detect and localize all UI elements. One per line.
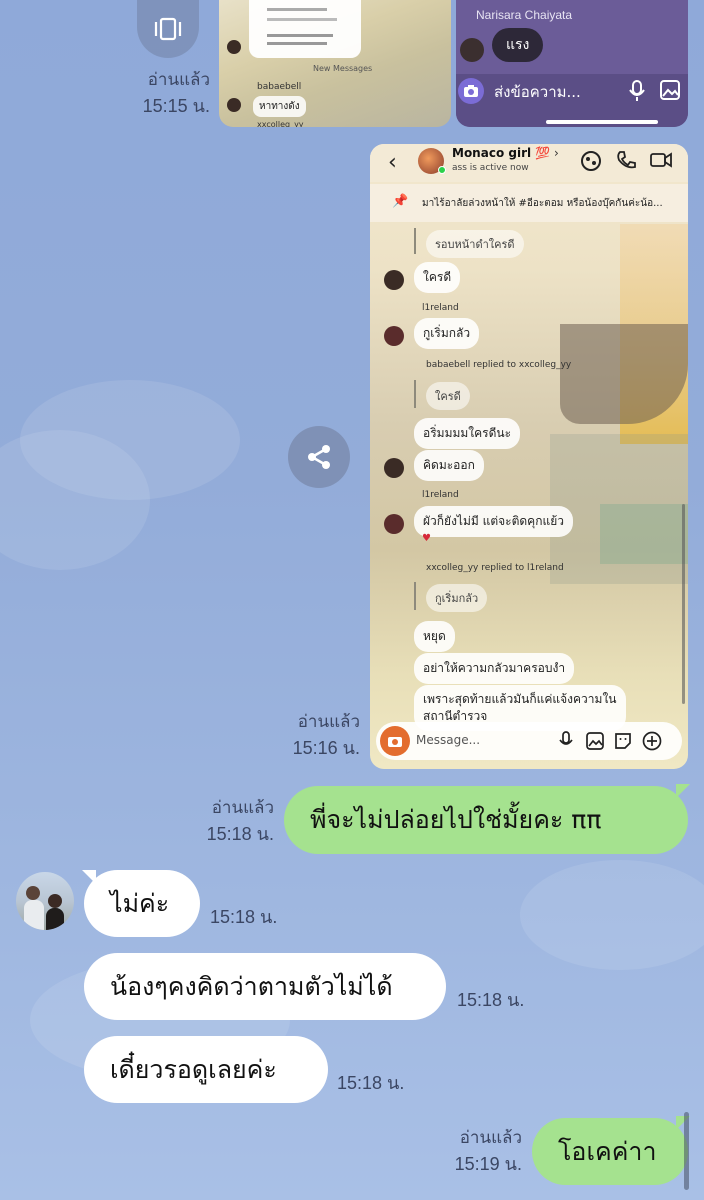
message-time: 15:19 น. (454, 1154, 522, 1174)
background-cloud (520, 860, 704, 970)
image-thumbnail[interactable]: New Messages babaebell หาทางดัง xxcolleg… (219, 0, 451, 127)
message-time: 15:15 น. (142, 96, 210, 116)
gallery-icon[interactable] (586, 732, 604, 754)
sticker-icon[interactable] (614, 732, 632, 754)
reply-preview: กูเริ่มกลัว (426, 584, 488, 612)
chat-message: อริ่มมมมใครดีนะ (414, 418, 521, 449)
message-time: 15:18 น. (206, 824, 274, 844)
chat-message: หยุด (414, 621, 455, 652)
avatar (384, 270, 404, 290)
message-time: 15:16 น. (292, 738, 360, 758)
chat-title: Monaco girl 💯 (452, 146, 551, 160)
image-message[interactable]: ‹ Monaco girl 💯 ass is active now › 📌 มา… (370, 144, 688, 769)
message-bubble: แรง (492, 28, 544, 62)
chat-message: อย่าให้ความกลัวมาครอบงำ (414, 653, 575, 684)
sender-name: babaebell replied to xxcolleg_yy (426, 360, 572, 370)
sender-name: Narisara Chaiyata (476, 8, 573, 22)
image-thumbnail[interactable]: Narisara Chaiyata แรง ส่งข้อความ... (456, 0, 688, 127)
avatar (460, 38, 484, 62)
chat-message: คิดมะออก (414, 450, 484, 481)
camera-icon[interactable] (380, 726, 410, 756)
pinned-text: มาไร้อาลัยล่วงหน้าให้ #อีอะตอม หรือน้องบ… (422, 198, 663, 209)
message-time: 15:18 น. (337, 1073, 405, 1093)
outgoing-message[interactable]: พี่จะไม่ปล่อยไปใช่มั้ยคะ ππ (284, 786, 688, 854)
incoming-message[interactable]: เดี๋ยวรอดูเลยค่ะ (84, 1036, 328, 1103)
add-icon[interactable] (642, 731, 662, 755)
message-meta: อ่านแล้ว 15:19 น. (434, 1124, 522, 1178)
avatar (384, 326, 404, 346)
avatar (227, 98, 241, 112)
message-text: ไม่ค่ะ (110, 888, 170, 918)
carousel-button[interactable] (137, 0, 199, 58)
thumbnail-label: หาทางดัง (253, 96, 306, 117)
message-text: เดี๋ยวรอดูเลยค่ะ (110, 1054, 277, 1084)
read-status: อ่านแล้ว (297, 712, 360, 731)
message-text: โอเคค่าา (558, 1136, 657, 1166)
message-meta: อ่านแล้ว 15:15 น. (120, 66, 210, 120)
share-button[interactable] (288, 426, 350, 488)
avatar (227, 40, 241, 54)
thumbnail-label: babaebell (257, 82, 302, 92)
gallery-icon[interactable] (660, 80, 680, 104)
heart-reaction-icon: ♥ (422, 533, 431, 544)
message-input: ส่งข้อความ... (494, 83, 581, 101)
avatar (384, 514, 404, 534)
chat-message: ใครดี (414, 262, 461, 293)
chat-header: ‹ Monaco girl 💯 ass is active now › (370, 144, 688, 182)
message-text: น้องๆคงคิดว่าตามตัวไม่ได้ (110, 971, 393, 1001)
phone-icon[interactable] (616, 150, 636, 174)
microphone-icon[interactable] (559, 731, 573, 755)
group-icon[interactable] (580, 150, 602, 176)
read-status: อ่านแล้ว (459, 1128, 522, 1147)
avatar[interactable] (16, 872, 74, 930)
microphone-icon[interactable] (628, 80, 646, 106)
thumbnail-label: New Messages (313, 64, 373, 73)
chat-message: ผัวก็ยังไม่มี แต่จะติดคุกแย้ว (414, 506, 573, 537)
camera-icon[interactable] (458, 78, 484, 104)
sender-name: xxcolleg_yy replied to l1reland (426, 563, 564, 573)
incoming-message[interactable]: น้องๆคงคิดว่าตามตัวไม่ได้ (84, 953, 446, 1020)
reply-preview: ใครดี (426, 382, 470, 410)
carousel-icon (154, 17, 182, 41)
message-meta: อ่านแล้ว 15:16 น. (270, 708, 360, 762)
chat-message: กูเริ่มกลัว (414, 318, 480, 349)
message-time: 15:18 น. (457, 990, 525, 1010)
pinned-message[interactable]: 📌 มาไร้อาลัยล่วงหน้าให้ #อีอะตอม หรือน้อ… (370, 184, 688, 222)
back-icon[interactable]: ‹ (388, 150, 397, 175)
thumbnail-label: xxcolleg_yy (257, 120, 304, 127)
avatar (384, 458, 404, 478)
message-input-bar[interactable]: Message... (376, 722, 682, 760)
message-text: พี่จะไม่ปล่อยไปใช่มั้ยคะ ππ (310, 805, 602, 834)
pin-icon: 📌 (392, 194, 409, 209)
scrollbar[interactable] (684, 1112, 689, 1190)
reply-preview: รอบหน้าดำใครดี (426, 230, 524, 258)
chat-subtitle: ass is active now (452, 163, 529, 173)
incoming-message[interactable]: ไม่ค่ะ (84, 870, 200, 937)
read-status: อ่านแล้ว (211, 798, 274, 817)
share-icon (308, 445, 330, 469)
sender-name: l1reland (422, 490, 459, 500)
chevron-right-icon: › (554, 146, 559, 160)
video-icon[interactable] (650, 152, 672, 172)
message-time: 15:18 น. (210, 907, 278, 927)
sender-name: l1reland (422, 303, 459, 313)
read-status: อ่านแล้ว (147, 70, 210, 89)
message-input: Message... (416, 733, 481, 747)
message-meta: อ่านแล้ว 15:18 น. (186, 794, 274, 848)
outgoing-message[interactable]: โอเคค่าา (532, 1118, 688, 1185)
